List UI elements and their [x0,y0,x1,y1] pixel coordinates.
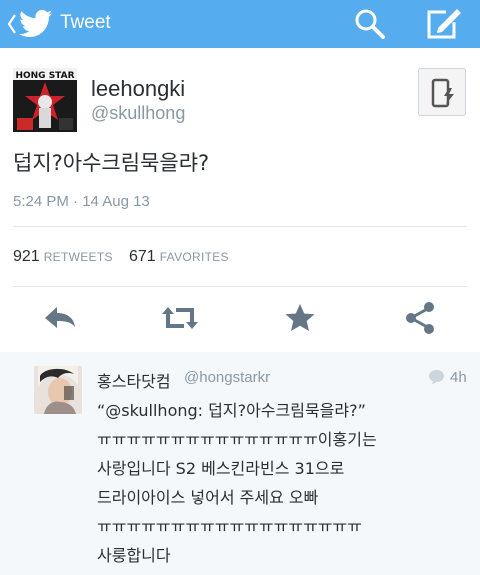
retweets-stat[interactable]: 921 RETWEETS [13,248,113,266]
retweet-icon[interactable] [160,298,200,338]
hong-star-logo-image: HONG STAR [13,68,77,132]
reply-text-line: 사룽합니다 [97,546,171,565]
chevron-left-icon[interactable] [6,11,18,37]
divider [13,286,467,287]
reply-time: 4h [450,369,467,386]
tweet-text: 덥지?아수크림묵을랴? [13,151,210,175]
user-handle[interactable]: @skullhong [91,103,185,124]
reply-handle[interactable]: @hongstarkr [184,369,270,386]
tweet-timestamp: 5:24 PM · 14 Aug 13 [13,193,150,210]
divider [13,226,467,227]
reply-text-line: 사랑입니다 S2 베스킨라빈스 31으로 [97,459,345,478]
comment-bubble-icon [429,370,444,385]
favorites-label: FAVORITES [159,250,229,264]
reply-avatar[interactable] [34,366,82,414]
page-title: Tweet [60,12,111,33]
reply-display-name[interactable]: 홍스타닷컴 [97,368,171,392]
username[interactable]: leehongki [91,76,185,102]
share-icon[interactable] [400,298,440,338]
follow-button[interactable] [418,68,466,116]
reply-text-line: ㅠㅠㅠㅠㅠㅠㅠㅠㅠㅠㅠㅠㅠㅠㅠㅠㅠㅠ [97,517,362,536]
favorites-count: 671 [129,248,156,265]
reply-text-line: ㅠㅠㅠㅠㅠㅠㅠㅠㅠㅠㅠㅠㅠㅠㅠ이홍기는 [97,430,377,449]
twitter-bird-icon[interactable] [19,9,53,39]
reply-avatar-image [34,366,82,414]
avatar[interactable]: HONG STAR [13,68,77,132]
reply-text-line: 드라이아이스 넣어서 주세요 오빠 [97,488,319,507]
top-bar: Tweet [0,0,480,48]
phone-alert-icon [431,78,454,108]
search-icon[interactable] [352,6,388,42]
compose-icon[interactable] [424,6,464,42]
svg-text:HONG STAR: HONG STAR [15,71,74,81]
retweets-label: RETWEETS [43,250,113,264]
star-icon[interactable] [280,298,320,338]
reply-icon[interactable] [40,298,80,338]
retweets-count: 921 [13,248,40,265]
reply-text-line: “@skullhong: 덥지?아수크림묵을랴?” [97,401,366,420]
favorites-stat[interactable]: 671 FAVORITES [129,248,229,266]
